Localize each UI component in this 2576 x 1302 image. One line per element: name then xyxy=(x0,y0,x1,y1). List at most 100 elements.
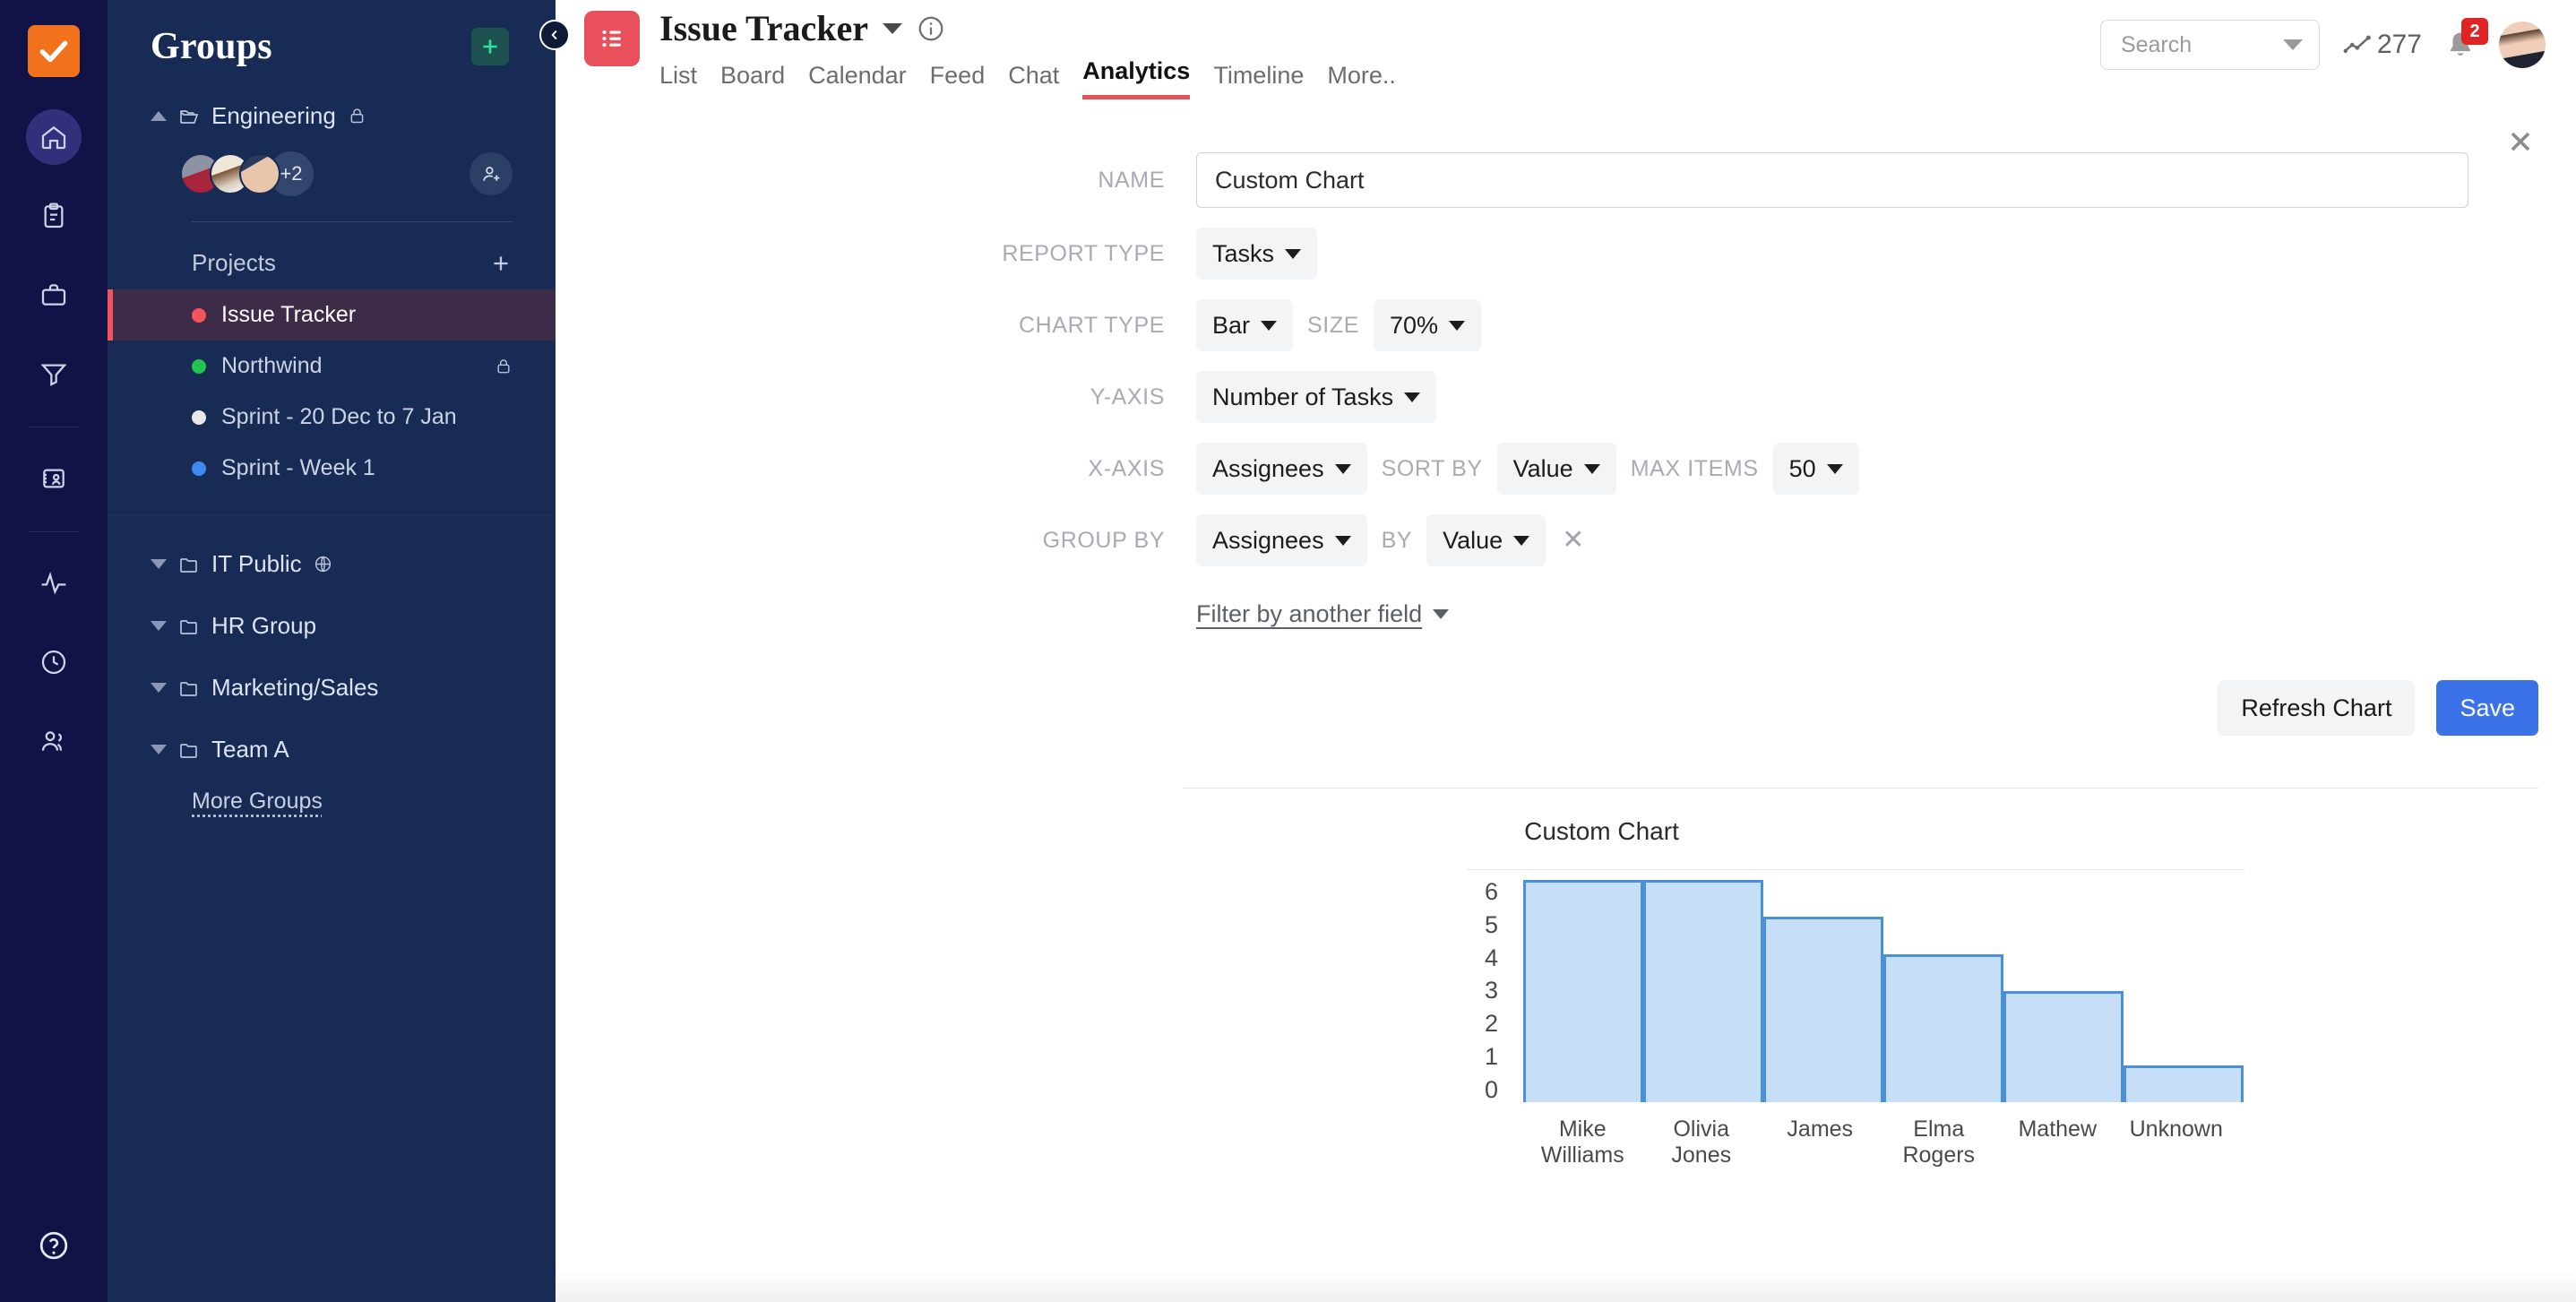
group-by-dropdown[interactable]: Assignees xyxy=(1196,514,1367,566)
rail-item-home[interactable] xyxy=(26,109,82,165)
tab-more[interactable]: More.. xyxy=(1327,62,1396,99)
user-avatar[interactable] xyxy=(2499,22,2546,68)
max-items-dropdown[interactable]: 50 xyxy=(1773,443,1859,495)
x-tick-label: Olivia Jones xyxy=(1642,1117,1762,1168)
form-body: NAME Custom Chart REPORT TYPE Tasks CHAR… xyxy=(556,100,2576,1156)
y-tick: 5 xyxy=(1485,913,1498,937)
member-avatars[interactable]: +2 xyxy=(151,151,314,196)
report-type-dropdown[interactable]: Tasks xyxy=(1196,228,1317,280)
funnel-icon xyxy=(39,359,68,388)
projects-label: Projects xyxy=(192,249,276,277)
chevron-left-icon xyxy=(547,27,563,43)
group-it-public[interactable]: IT Public xyxy=(108,550,556,578)
bar-cell xyxy=(1643,880,1763,1102)
plus-icon xyxy=(489,252,513,275)
sidebar-header: Groups xyxy=(108,0,556,68)
notification-count-badge: 2 xyxy=(2461,18,2488,45)
caret-down-icon xyxy=(1335,536,1351,546)
group-members-row: +2 xyxy=(108,151,556,196)
trend-counter[interactable]: 277 xyxy=(2343,30,2422,60)
sidebar-divider-2 xyxy=(108,515,556,516)
sidebar-item-sprint-week-1[interactable]: Sprint - Week 1 xyxy=(108,443,556,494)
chart-name-input[interactable]: Custom Chart xyxy=(1196,152,2468,208)
collapse-sidebar-button[interactable] xyxy=(539,20,570,50)
save-button[interactable]: Save xyxy=(2436,680,2538,736)
projects-list: Issue Tracker Northwind Sprint - 20 Dec … xyxy=(108,289,556,494)
rail-item-portfolio[interactable] xyxy=(26,267,82,323)
tab-calendar[interactable]: Calendar xyxy=(808,62,907,99)
caret-down-icon xyxy=(1261,321,1277,331)
chart-bar[interactable] xyxy=(2124,1065,2244,1102)
chevron-down-icon[interactable] xyxy=(883,23,902,34)
info-circle-icon[interactable] xyxy=(917,14,945,43)
chart-plot-area: 6 5 4 3 2 1 0 xyxy=(556,869,2576,1156)
close-panel-button[interactable] xyxy=(2504,125,2537,158)
x-tick-label: James xyxy=(1761,1117,1880,1168)
sort-by-dropdown[interactable]: Value xyxy=(1497,443,1616,495)
sidebar-item-issue-tracker[interactable]: Issue Tracker xyxy=(108,289,556,341)
rail-item-people[interactable] xyxy=(26,713,82,769)
refresh-chart-button[interactable]: Refresh Chart xyxy=(2218,680,2415,736)
group-by-value-dropdown[interactable]: Value xyxy=(1426,514,1546,566)
form-row-group-by: GROUP BY Assignees BY Value ✕ xyxy=(556,514,2576,566)
help-button[interactable] xyxy=(38,1229,70,1266)
search-input[interactable]: Search xyxy=(2100,20,2320,70)
chart-bar[interactable] xyxy=(1883,954,2003,1102)
group-marketing-sales[interactable]: Marketing/Sales xyxy=(108,674,556,702)
more-groups-link[interactable]: More Groups xyxy=(108,789,556,815)
project-icon[interactable] xyxy=(584,11,640,66)
x-axis-dropdown[interactable]: Assignees xyxy=(1196,443,1367,495)
project-name-label: Issue Tracker xyxy=(221,302,356,328)
filter-by-another-field-link[interactable]: Filter by another field xyxy=(1196,600,1449,628)
form-row-x-axis: X-AXIS Assignees SORT BY Value MAX ITEMS… xyxy=(556,443,2576,495)
chart-bar[interactable] xyxy=(1523,880,1643,1102)
group-team-a[interactable]: Team A xyxy=(108,736,556,763)
remove-group-by-button[interactable]: ✕ xyxy=(1562,527,1584,554)
folder-icon xyxy=(178,616,200,637)
group-name-label: Marketing/Sales xyxy=(211,674,378,702)
add-group-button[interactable] xyxy=(471,28,509,65)
sidebar-item-northwind[interactable]: Northwind xyxy=(108,341,556,392)
tab-timeline[interactable]: Timeline xyxy=(1213,62,1304,99)
bottom-fade xyxy=(556,1270,2576,1302)
chart-bar[interactable] xyxy=(1763,917,1883,1102)
tab-list[interactable]: List xyxy=(659,62,697,99)
chart-y-axis: 6 5 4 3 2 1 0 xyxy=(1471,880,1498,1102)
rail-item-timesheet[interactable] xyxy=(26,634,82,690)
tab-board[interactable]: Board xyxy=(720,62,785,99)
title-row: Issue Tracker xyxy=(659,7,1396,49)
sidebar-item-sprint-20-dec[interactable]: Sprint - 20 Dec to 7 Jan xyxy=(108,392,556,443)
add-member-button[interactable] xyxy=(470,152,513,195)
tab-feed[interactable]: Feed xyxy=(930,62,986,99)
add-project-button[interactable] xyxy=(489,252,513,275)
sort-by-label: SORT BY xyxy=(1382,456,1483,482)
y-tick: 6 xyxy=(1485,880,1498,904)
chart-bar[interactable] xyxy=(2003,991,2124,1102)
group-hr-group[interactable]: HR Group xyxy=(108,612,556,640)
group-by-label: GROUP BY xyxy=(556,528,1196,554)
notifications-button[interactable]: 2 xyxy=(2445,30,2476,60)
rail-item-filters[interactable] xyxy=(26,346,82,401)
chart-type-dropdown[interactable]: Bar xyxy=(1196,299,1293,351)
rail-item-activity[interactable] xyxy=(26,556,82,611)
chart-bar[interactable] xyxy=(1643,880,1763,1102)
group-name-label: Engineering xyxy=(211,102,336,130)
trend-line-icon xyxy=(2343,33,2374,56)
app-logo[interactable] xyxy=(28,25,80,77)
chart-bars xyxy=(1523,880,2236,1102)
trend-count-label: 277 xyxy=(2377,30,2422,60)
x-tick-label: Unknown xyxy=(2117,1117,2236,1168)
y-axis-dropdown[interactable]: Number of Tasks xyxy=(1196,371,1436,423)
tab-chat[interactable]: Chat xyxy=(1008,62,1059,99)
rail-item-contacts[interactable] xyxy=(26,451,82,506)
caret-down-icon xyxy=(1335,464,1351,474)
sidebar-title: Groups xyxy=(151,25,272,68)
group-name-label: Team A xyxy=(211,736,289,763)
tab-analytics[interactable]: Analytics xyxy=(1082,57,1190,99)
project-color-dot xyxy=(192,308,206,323)
size-dropdown[interactable]: 70% xyxy=(1374,299,1481,351)
group-engineering[interactable]: Engineering xyxy=(108,102,556,130)
triangle-down-icon xyxy=(151,621,167,631)
rail-item-tasks[interactable] xyxy=(26,188,82,244)
group-name-label: HR Group xyxy=(211,612,316,640)
